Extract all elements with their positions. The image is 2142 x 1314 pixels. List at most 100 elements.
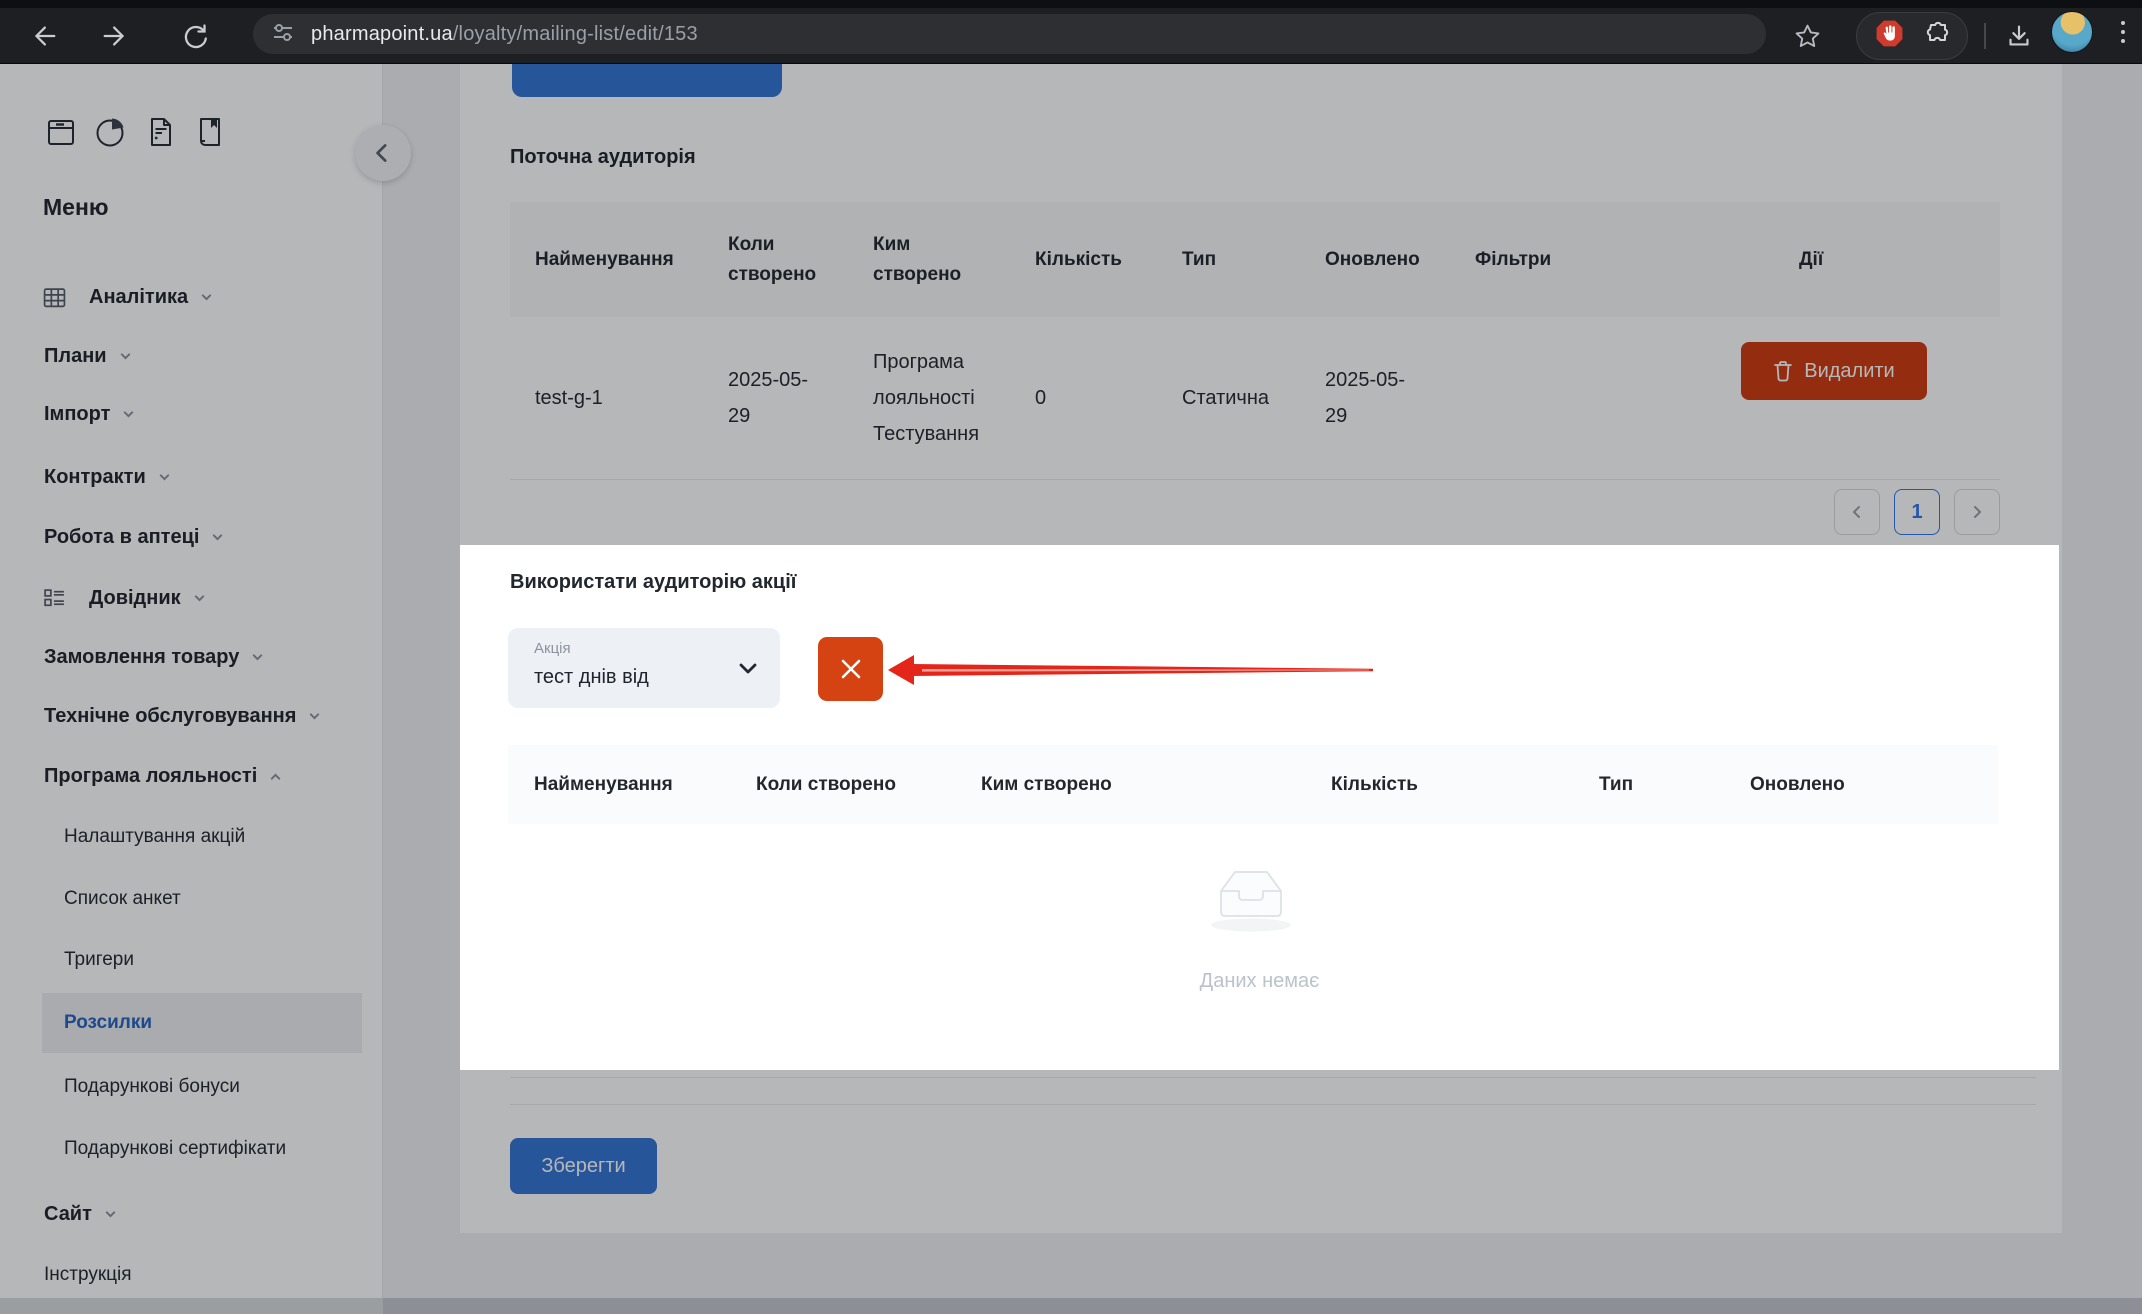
column-header: Кількість	[1010, 245, 1157, 274]
sidebar-item-label: Налаштування акцій	[64, 826, 245, 848]
use-promo-audience-panel: Використати аудиторію акції Акція тест д…	[460, 545, 2059, 1070]
column-header: Ким створено	[955, 774, 1305, 796]
table-header-row: Найменування Коли створено Ким створено …	[508, 745, 1998, 824]
dim-overlay-right	[2059, 545, 2142, 1070]
column-header: Оновлено	[1724, 774, 1998, 796]
sidebar-item-analytics[interactable]: Аналітика	[43, 277, 214, 317]
chevron-down-icon	[250, 650, 265, 665]
clear-selection-button[interactable]	[818, 637, 883, 701]
promo-select-value: тест днів від	[534, 666, 649, 689]
sidebar-item-gift-bonuses[interactable]: Подарункові бонуси	[64, 1067, 240, 1107]
page-1-button[interactable]: 1	[1894, 489, 1940, 535]
bookmark-star-icon[interactable]	[1790, 19, 1824, 53]
chevron-down-icon	[736, 656, 760, 685]
site-info-icon[interactable]	[269, 18, 297, 51]
section-divider	[510, 1077, 2036, 1078]
sidebar-item-gift-certificates[interactable]: Подарункові сертифікати	[64, 1129, 286, 1169]
archive-box-icon[interactable]	[45, 114, 77, 155]
menu-dots-icon[interactable]	[2121, 21, 2125, 43]
chevron-left-icon	[1848, 503, 1866, 521]
chevron-down-icon	[192, 591, 207, 606]
list-icon	[43, 587, 66, 610]
sidebar-item-label: Сайт	[44, 1203, 92, 1226]
horizontal-scrollbar[interactable]	[0, 1298, 2142, 1314]
reload-icon[interactable]	[178, 19, 212, 53]
sidebar-item-maintenance[interactable]: Технічне обслуговування	[44, 696, 322, 736]
browser-toolbar: pharmapoint.ua/loyalty/mailing-list/edit…	[0, 0, 2142, 64]
sidebar-item-loyalty-program[interactable]: Програма лояльності	[44, 756, 283, 796]
cell-type: Статична	[1157, 380, 1300, 416]
scrollbar-track-left	[0, 1298, 383, 1314]
cell-created-by: Програма лояльності Тестування	[848, 344, 1010, 452]
forward-icon[interactable]	[99, 19, 133, 53]
promo-select[interactable]: Акція тест днів від	[508, 628, 780, 708]
sidebar-collapse-button[interactable]	[355, 125, 411, 181]
column-header: Коли створено	[730, 774, 955, 796]
sidebar-item-label: Розсилки	[64, 1012, 152, 1034]
sidebar-item-label: Технічне обслуговування	[44, 705, 296, 728]
sidebar-item-label: Подарункові бонуси	[64, 1076, 240, 1098]
sidebar-item-contracts[interactable]: Контракти	[44, 457, 172, 497]
document-icon[interactable]	[145, 114, 177, 155]
column-header: Дії	[1774, 245, 2000, 274]
column-header: Фільтри	[1450, 245, 1774, 274]
sidebar-item-product-orders[interactable]: Замовлення товару	[44, 637, 265, 677]
column-header: Тип	[1157, 245, 1300, 274]
sidebar-item-import[interactable]: Імпорт	[44, 394, 136, 434]
sidebar-item-mailings-active[interactable]: Розсилки	[42, 993, 362, 1053]
trash-icon	[1773, 360, 1793, 382]
sidebar-item-label: Інструкція	[44, 1264, 132, 1286]
sidebar-item-label: Програма лояльності	[44, 765, 257, 788]
table-row: test-g-1 2025-05-29 Програма лояльності …	[510, 317, 2000, 480]
download-icon[interactable]	[2002, 19, 2036, 53]
delete-button[interactable]: Видалити	[1741, 342, 1927, 400]
extensions-puzzle-icon[interactable]	[1922, 20, 1950, 53]
back-icon[interactable]	[26, 19, 60, 53]
empty-state-text: Даних немає	[460, 970, 2059, 993]
sidebar-item-directory[interactable]: Довідник	[43, 578, 207, 618]
next-page-button[interactable]	[1954, 489, 2000, 535]
pagination: 1	[1834, 489, 2000, 535]
sidebar-item-promo-settings[interactable]: Налаштування акцій	[64, 817, 245, 857]
current-audience-table: Найменування Коли створено Ким створено …	[510, 202, 2000, 480]
avatar[interactable]	[2051, 11, 2093, 53]
promo-audience-table: Найменування Коли створено Ким створено …	[508, 745, 1998, 824]
chevron-down-icon	[307, 709, 322, 724]
adblock-icon[interactable]	[1874, 18, 1905, 54]
menu-title: Меню	[43, 194, 109, 221]
panel-title: Використати аудиторію акції	[510, 571, 796, 594]
pie-chart-icon[interactable]	[94, 114, 128, 155]
sidebar-item-pharmacy-work[interactable]: Робота в аптеці	[44, 517, 225, 557]
url-path: /loyalty/mailing-list/edit/153	[453, 23, 698, 45]
sidebar-item-label: Імпорт	[44, 403, 110, 426]
url-domain: pharmapoint.ua	[311, 23, 453, 45]
sidebar-item-questionnaire-list[interactable]: Список анкет	[64, 879, 181, 919]
url-bar[interactable]: pharmapoint.ua/loyalty/mailing-list/edit…	[253, 14, 1766, 54]
sidebar-item-label: Плани	[44, 345, 107, 368]
sidebar-item-plans[interactable]: Плани	[44, 336, 133, 376]
sidebar-item-label: Довідник	[89, 587, 181, 610]
chevron-down-icon	[157, 470, 172, 485]
promo-select-label: Акція	[534, 640, 571, 657]
sidebar-item-label: Робота в аптеці	[44, 526, 199, 549]
empty-inbox-icon	[1204, 857, 1299, 938]
close-icon	[838, 656, 864, 682]
cell-count: 0	[1010, 380, 1157, 416]
sidebar-item-label: Тригери	[64, 949, 134, 971]
sidebar-item-instruction[interactable]: Інструкція	[44, 1255, 132, 1295]
page-number: 1	[1911, 501, 1922, 524]
sidebar-item-triggers[interactable]: Тригери	[64, 940, 134, 980]
sidebar-item-label: Замовлення товару	[44, 646, 239, 669]
sidebar-top-icons	[45, 114, 226, 155]
prev-page-button[interactable]	[1834, 489, 1880, 535]
save-button-label: Зберегти	[541, 1155, 625, 1178]
sidebar-item-site[interactable]: Сайт	[44, 1194, 118, 1234]
window-top-strip	[0, 0, 2142, 8]
sidebar-item-label: Список анкет	[64, 888, 181, 910]
top-partial-button[interactable]	[512, 64, 782, 97]
column-header: Тип	[1573, 774, 1724, 796]
save-button[interactable]: Зберегти	[510, 1138, 657, 1194]
journal-icon[interactable]	[194, 114, 226, 155]
chevron-down-icon	[210, 530, 225, 545]
chevron-down-icon	[103, 1207, 118, 1222]
